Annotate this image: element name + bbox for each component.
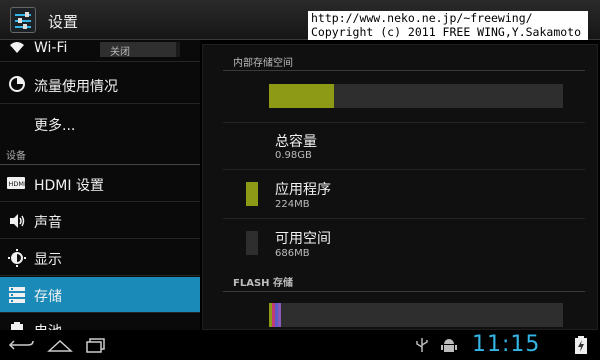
back-icon[interactable] [8,336,36,354]
total-capacity-title: 总容量 [275,134,317,150]
sidebar-item-label: 存储 [34,289,62,305]
usb-icon [416,338,428,352]
sidebar-item-label: 声音 [34,215,62,231]
flash-segment [278,303,281,327]
sidebar-item-label: 电池 [34,321,62,330]
available-title: 可用空间 [275,231,331,247]
sidebar-item-label: 更多... [34,118,76,134]
sidebar-item-label: 显示 [34,252,62,268]
storage-icon [9,287,25,303]
available-color-swatch [246,231,258,255]
sidebar-item-label: HDMI 设置 [34,178,104,194]
sidebar-item-label: Wi-Fi [34,40,68,56]
home-icon[interactable] [46,336,74,354]
battery-icon [11,322,23,330]
watermark-line-2: Copyright (c) 2011 FREE WING,Y.Sakamoto [311,25,582,39]
flash-usage-bar [269,303,563,327]
section-divider [223,70,585,71]
hdmi-icon: HDMI [7,177,27,189]
recent-apps-icon[interactable] [84,336,112,354]
battery-charging-icon [575,336,587,354]
item-divider [223,122,585,123]
brightness-icon [8,249,26,267]
wifi-icon [10,42,24,53]
flash-storage-header: FLASH 存储 [233,278,293,289]
internal-usage-bar [269,84,563,108]
sidebar-item-storage[interactable]: 存储 [0,277,200,313]
section-divider [223,291,585,292]
data-usage-icon [9,76,25,92]
svg-text:HDMI: HDMI [9,180,27,188]
sidebar-item-more[interactable]: 更多... [0,105,200,143]
clock: 11:15 [472,332,541,357]
item-divider [223,169,585,170]
available-value: 686MB [275,248,310,259]
apps-color-swatch [246,182,258,206]
apps-title: 应用程序 [275,182,331,198]
sidebar-item-hdmi[interactable]: HDMI HDMI 设置 [0,165,200,202]
android-debug-icon [441,339,457,352]
sidebar-item-label: 流量使用情况 [34,79,118,95]
apps-value: 224MB [275,199,310,210]
wifi-toggle[interactable]: 关闭 [100,42,180,58]
system-bar: 11:15 [0,330,600,360]
item-divider [223,218,585,219]
total-capacity-value: 0.98GB [275,150,312,161]
sidebar-item-display[interactable]: 显示 [0,240,200,276]
settings-list: Wi-Fi 关闭 流量使用情况 更多... 设备 HDMI HDMI 设置 声音 [0,40,200,330]
watermark: http://www.neko.ne.jp/~freewing/ Copyrig… [308,11,588,40]
internal-storage-header: 内部存储空间 [233,58,293,69]
sidebar-item-sound[interactable]: 声音 [0,203,200,239]
speaker-icon [10,214,25,228]
section-header-device: 设备 [6,151,26,162]
page-title: 设置 [48,13,79,31]
watermark-line-1: http://www.neko.ne.jp/~freewing/ [311,11,533,25]
sidebar-item-data-usage[interactable]: 流量使用情况 [0,64,200,104]
sidebar-item-battery[interactable]: 电池 [0,314,200,330]
storage-detail-pane: 内部存储空间 总容量 0.98GB 应用程序 224MB 可用空间 686MB … [202,44,598,330]
settings-icon[interactable] [10,7,36,33]
toggle-label: 关闭 [110,47,130,58]
apps-usage-fill [269,84,334,108]
sidebar-item-wifi[interactable]: Wi-Fi 关闭 [0,40,200,62]
